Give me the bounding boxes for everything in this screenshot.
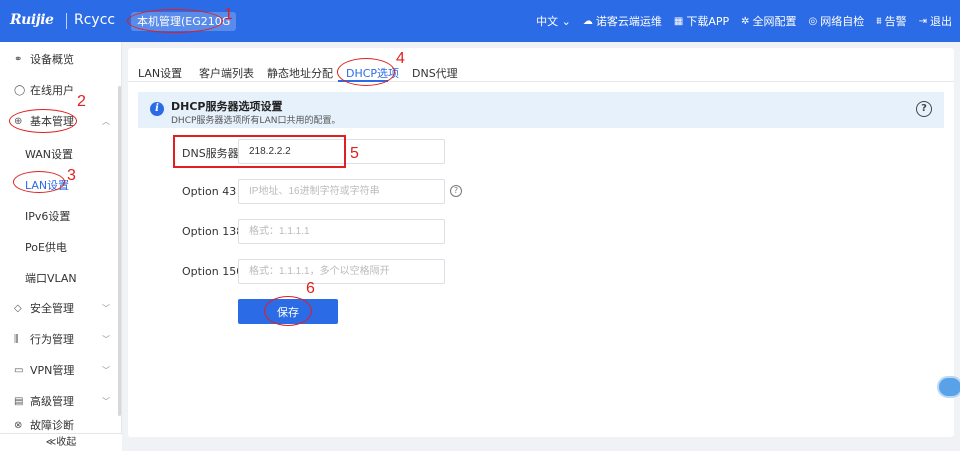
sidebar-subitem-lan[interactable]: LAN设置 xyxy=(25,177,69,193)
download-app-label: 下载APP xyxy=(686,15,730,28)
shield-icon: ◇ xyxy=(14,302,22,314)
download-app-link[interactable]: ▦ 下载APP xyxy=(674,13,729,29)
global-config-label: 全网配置 xyxy=(752,15,797,28)
sidebar-item-online-users[interactable]: ◯ 在线用户 xyxy=(0,75,122,105)
sidebar-item-vpn[interactable]: ▭ VPN管理 ﹀ xyxy=(0,355,122,385)
help-icon[interactable]: ? xyxy=(916,101,932,117)
sidebar: ⚭ 设备概览 ◯ 在线用户 ⊕ 基本管理 ︿ WAN设置 LAN设置 IPv6设置 Po… xyxy=(0,42,122,451)
sidebar-subitem-port-vlan[interactable]: 端口VLAN xyxy=(25,270,77,286)
sidebar-item-diagnosis[interactable]: ⊗ 故障诊断 xyxy=(0,417,122,433)
option138-input[interactable] xyxy=(238,219,445,244)
tab-dns-proxy[interactable]: DNS代理 xyxy=(412,65,458,81)
assistant-float-button[interactable] xyxy=(937,376,960,398)
sidebar-label: 在线用户 xyxy=(30,84,74,97)
sidebar-label: VPN管理 xyxy=(30,364,75,377)
logout-icon: ⇥ xyxy=(918,15,927,27)
save-button[interactable]: 保存 xyxy=(238,299,338,324)
sidebar-subitem-wan[interactable]: WAN设置 xyxy=(25,146,73,162)
device-selector[interactable]: 本机管理(EG210G xyxy=(131,12,237,31)
overview-icon: ⚭ xyxy=(14,53,23,65)
tab-client-list[interactable]: 客户端列表 xyxy=(199,65,254,81)
language-label: 中文 ⌄ xyxy=(536,15,571,28)
form-row-option150: Option 150 xyxy=(128,259,954,285)
sidebar-label: 高级管理 xyxy=(30,395,74,408)
chevron-down-icon: ﹀ xyxy=(102,365,110,375)
dns-server-label: DNS服务器 xyxy=(182,147,239,160)
tab-dhcp-options[interactable]: DHCP选项 xyxy=(346,65,399,81)
sidebar-label: 安全管理 xyxy=(30,302,74,315)
ruijie-logo: Ruijie xyxy=(10,12,54,28)
option43-label: Option 43 xyxy=(182,185,237,198)
cloud-icon: ☁ xyxy=(582,15,593,27)
sidebar-item-overview[interactable]: ⚭ 设备概览 xyxy=(0,44,122,74)
sidebar-label: 行为管理 xyxy=(30,333,74,346)
language-menu[interactable]: 中文 ⌄ xyxy=(536,13,571,29)
download-icon: ▦ xyxy=(673,15,684,27)
sidebar-subitem-poe[interactable]: PoE供电 xyxy=(25,239,67,255)
info-description: DHCP服务器选项所有LAN口共用的配置。 xyxy=(171,116,341,126)
sidebar-item-advanced[interactable]: ▤ 高级管理 ﹀ xyxy=(0,386,122,416)
alarm-icon: ⩩ xyxy=(876,15,882,27)
main-panel: LAN设置 客户端列表 静态地址分配 DHCP选项 DNS代理 i DHCP服务… xyxy=(128,48,954,437)
form-row-option43: Option 43 ? xyxy=(128,179,954,205)
option138-label: Option 138 xyxy=(182,225,244,238)
logout-label: 退出 xyxy=(930,15,952,28)
advanced-icon: ▤ xyxy=(14,395,24,407)
network-icon: ✲ xyxy=(741,15,750,27)
form-row-option138: Option 138 xyxy=(128,219,954,245)
self-check-label: 网络自检 xyxy=(820,15,865,28)
chevron-down-icon: ﹀ xyxy=(102,334,110,344)
info-icon: i xyxy=(150,102,164,116)
chevron-down-icon: ﹀ xyxy=(102,303,110,313)
option150-label: Option 150 xyxy=(182,265,244,278)
chart-icon: ⫼ xyxy=(14,333,19,345)
sidebar-subitem-ipv6[interactable]: IPv6设置 xyxy=(25,208,70,224)
tab-bar: LAN设置 客户端列表 静态地址分配 DHCP选项 DNS代理 xyxy=(128,48,954,82)
diagnosis-icon: ⊗ xyxy=(14,419,23,431)
alarm-label: 告警 xyxy=(884,15,907,28)
active-tab-indicator xyxy=(338,80,388,82)
logo-divider xyxy=(66,13,67,29)
cloud-ops-link[interactable]: ☁ 诺客云端运维 xyxy=(583,13,662,29)
option43-input[interactable] xyxy=(238,179,445,204)
info-banner: i DHCP服务器选项设置 DHCP服务器选项所有LAN口共用的配置。 ? xyxy=(138,92,944,128)
user-icon: ◯ xyxy=(14,84,26,96)
cloud-ops-label: 诺客云端运维 xyxy=(595,15,662,28)
sidebar-label: 基本管理 xyxy=(30,115,74,128)
sidebar-item-behavior[interactable]: ⫼ 行为管理 ﹀ xyxy=(0,324,122,354)
collapse-sidebar-button[interactable]: ≪收起 xyxy=(0,433,122,451)
alarm-link[interactable]: ⩩ 告警 xyxy=(876,13,906,29)
chevron-up-icon: ︿ xyxy=(102,116,110,126)
top-bar: Ruijie Rcycc 本机管理(EG210G 中文 ⌄ ☁ 诺客云端运维 ▦ 下… xyxy=(0,0,960,42)
self-check-link[interactable]: ◎ 网络自检 xyxy=(809,13,865,29)
tab-static-address[interactable]: 静态地址分配 xyxy=(267,65,333,81)
tab-lan-settings[interactable]: LAN设置 xyxy=(138,65,182,81)
sidebar-scrollbar[interactable] xyxy=(118,86,121,416)
sidebar-label: 故障诊断 xyxy=(30,419,74,432)
sidebar-item-security[interactable]: ◇ 安全管理 ﹀ xyxy=(0,293,122,323)
info-title: DHCP服务器选项设置 xyxy=(171,100,283,113)
sidebar-label: 设备概览 xyxy=(30,53,74,66)
form-row-dns: DNS服务器 xyxy=(128,139,954,165)
chevron-down-icon: ﹀ xyxy=(102,396,110,406)
sidebar-item-basic-management[interactable]: ⊕ 基本管理 ︿ xyxy=(0,106,122,136)
global-config-link[interactable]: ✲ 全网配置 xyxy=(741,13,796,29)
diagnose-icon: ◎ xyxy=(808,15,818,27)
dns-server-input[interactable] xyxy=(238,139,445,164)
logout-link[interactable]: ⇥ 退出 xyxy=(919,13,952,29)
question-icon[interactable]: ? xyxy=(450,185,462,197)
option150-input[interactable] xyxy=(238,259,445,284)
reyee-logo: Rcycc xyxy=(74,12,116,28)
globe-icon: ⊕ xyxy=(14,115,23,127)
vpn-icon: ▭ xyxy=(14,364,24,376)
header-actions: 中文 ⌄ ☁ 诺客云端运维 ▦ 下载APP ✲ 全网配置 ◎ 网络自检 ⩩ 告警 ⇥ 退出 xyxy=(536,13,952,29)
